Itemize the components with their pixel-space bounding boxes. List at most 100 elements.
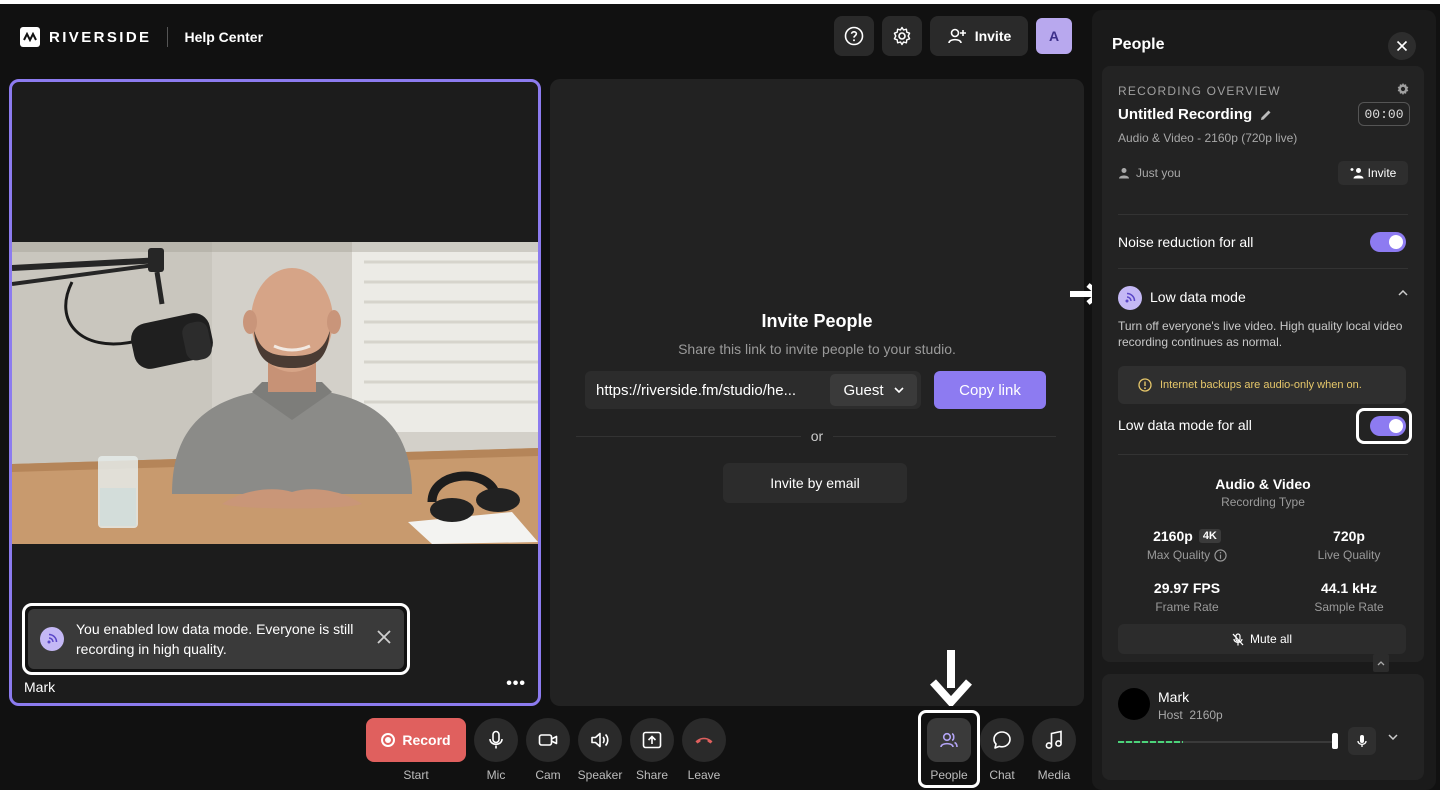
info-icon[interactable] [1214,548,1227,562]
live-quality-value: 720p [1333,528,1365,544]
leave-button[interactable] [682,718,726,762]
chevron-up-icon[interactable] [1398,290,1408,296]
record-icon [381,733,396,747]
sidebar-invite-button[interactable]: Invite [1338,161,1408,185]
music-note-icon [1045,730,1062,749]
media-button[interactable] [1032,718,1076,762]
invite-label: Invite [974,28,1012,44]
sidebar-invite-label: Invite [1367,166,1397,180]
volume-slider-handle[interactable] [1332,733,1338,749]
close-icon[interactable] [376,628,392,651]
add-person-icon [1350,168,1364,179]
or-label: or [800,428,834,444]
warning-text: Internet backups are audio-only when on. [1160,379,1362,391]
invite-by-email-button[interactable]: Invite by email [723,463,907,503]
copy-link-button[interactable]: Copy link [934,371,1046,409]
participants-count: Just you [1118,166,1181,180]
close-sidebar-button[interactable] [1388,32,1416,60]
collapse-button[interactable] [1373,654,1389,672]
add-person-icon [947,28,966,44]
people-icon [940,732,958,748]
mic-icon [489,730,503,749]
noise-reduction-label: Noise reduction for all [1118,234,1254,250]
studio-link-field[interactable]: https://riverside.fm/studio/he... Guest [585,371,921,409]
participant-name: Mark [24,679,56,695]
sidebar-title: People [1112,36,1165,53]
help-center-link[interactable]: Help Center [184,29,263,45]
sample-rate-label: Sample Rate [1314,600,1384,614]
invite-button[interactable]: Invite [930,16,1028,56]
gear-icon [893,26,911,46]
participant-video [12,242,538,544]
chat-button[interactable] [980,718,1024,762]
frame-rate-label: Frame Rate [1155,600,1219,614]
speaker-icon [591,732,609,748]
studio-link: https://riverside.fm/studio/he... [596,381,797,399]
invite-panel: Invite People Share this link to invite … [550,79,1084,706]
noise-reduction-toggle[interactable] [1370,232,1406,252]
people-label: People [930,768,968,782]
low-data-mode-description: Turn off everyone's live video. High qua… [1118,319,1403,349]
participant-quality: 2160p [1189,708,1223,722]
record-button[interactable]: Record [366,718,466,762]
4k-badge: 4K [1198,529,1221,543]
max-quality-label: Max Quality [1146,548,1211,562]
sample-rate-value: 44.1 kHz [1320,580,1378,596]
phone-hangup-icon [695,737,713,744]
low-data-all-label: Low data mode for all [1118,417,1252,433]
mute-all-button[interactable]: Mute all [1118,624,1406,654]
down-arrow-icon [930,650,972,706]
mic-label: Mic [486,768,506,782]
settings-button[interactable] [882,16,922,56]
max-quality-stat: 2160p 4K Max Quality [1112,528,1262,562]
frame-rate-value: 29.97 FPS [1153,580,1221,596]
more-options-button[interactable]: ••• [506,675,526,693]
share-label: Share [635,768,669,782]
or-text: or [550,428,1084,444]
recording-timer: 00:00 [1358,102,1410,126]
record-label: Record [402,732,451,748]
just-you-text: Just you [1136,166,1181,180]
help-button[interactable] [834,16,874,56]
mic-button[interactable] [474,718,518,762]
riverside-logo-icon [20,27,40,47]
camera-button[interactable] [526,718,570,762]
invite-subtitle: Share this link to invite people to your… [678,341,956,357]
people-button[interactable] [927,718,971,762]
role-select[interactable]: Guest [830,374,917,406]
pencil-icon[interactable] [1260,109,1272,121]
invite-title: Invite People [761,311,873,331]
participant-row: Mark Host 2160p [1102,674,1424,780]
user-avatar[interactable]: A [1036,18,1072,54]
cam-label: Cam [535,768,561,782]
low-data-mode-title[interactable]: Low data mode [1150,289,1246,305]
audio-level-meter [1118,741,1336,743]
participant-meta: Host 2160p [1158,708,1223,722]
live-quality-stat: 720p Live Quality [1274,528,1424,562]
signal-icon [40,627,64,651]
recording-title[interactable]: Untitled Recording [1118,106,1272,123]
live-quality-label: Live Quality [1317,548,1381,562]
chevron-down-icon[interactable] [1388,734,1398,740]
divider [1118,454,1408,455]
gear-icon[interactable] [1396,82,1410,96]
recording-overview-card: RECORDING OVERVIEW Untitled Recording 00… [1102,66,1424,662]
close-icon [1396,40,1408,52]
toast-message: You enabled low data mode. Everyone is s… [76,621,354,657]
media-label: Media [1037,768,1071,782]
avatar [1118,688,1150,720]
sample-rate-stat: 44.1 kHz Sample Rate [1274,580,1424,614]
question-icon [844,26,864,46]
mute-all-label: Mute all [1249,632,1293,646]
signal-icon [1118,286,1142,310]
backup-warning: Internet backups are audio-only when on. [1118,366,1406,404]
recording-type-value: Audio & Video [1215,476,1311,492]
speaker-button[interactable] [578,718,622,762]
share-button[interactable] [630,718,674,762]
studio-app: RIVERSIDE Help Center Invite A Mark ••• … [0,4,1440,790]
people-sidebar: People RECORDING OVERVIEW Untitled Recor… [1092,10,1436,790]
role-value: Guest [843,381,884,399]
low-data-all-toggle[interactable] [1370,416,1406,436]
participant-mic-button[interactable] [1348,727,1376,755]
participant-name: Mark [1158,689,1190,705]
